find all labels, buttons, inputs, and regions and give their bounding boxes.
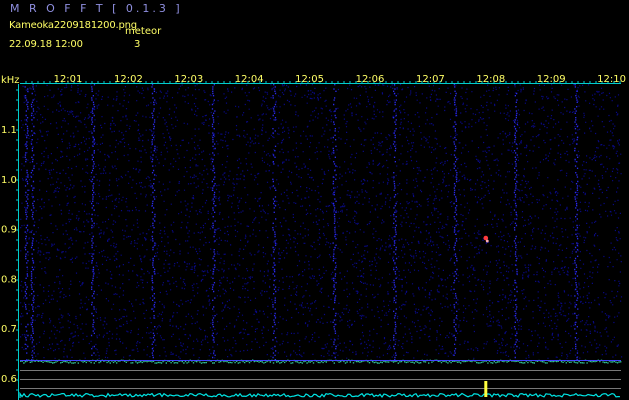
baseline-band <box>19 359 622 399</box>
spectrogram-noise <box>20 84 623 360</box>
time-tick-label: 12:10 <box>597 74 626 85</box>
minute-marker-line <box>151 84 156 359</box>
minute-marker-line <box>272 84 277 361</box>
time-tick-label: 12:01 <box>54 74 83 85</box>
freq-tick-label: 0.8 <box>1 274 17 285</box>
freq-tick-label: 1.1 <box>1 125 17 136</box>
app-title: M R O F F T [ 0.1.3 ] <box>10 2 183 15</box>
meteor-trace-spike <box>484 381 488 397</box>
noise-speckle <box>20 84 623 360</box>
spectrogram-plot: kHz 12:01 12:02 12:03 12:04 12:05 12:06 12:07 12… <box>1 74 626 400</box>
time-tick-label: 12:03 <box>174 74 203 85</box>
minute-marker-line <box>30 84 35 361</box>
minute-marker-line <box>453 84 458 356</box>
time-tick-label: 12:06 <box>356 74 385 85</box>
minute-marker-lines <box>24 84 579 361</box>
minute-marker-line <box>90 84 96 356</box>
amplitude-trace <box>19 391 621 399</box>
time-tick-label: 12:08 <box>476 74 505 85</box>
freq-tick-label: 1.0 <box>1 175 17 186</box>
meteor-count: 3 <box>134 39 141 50</box>
time-tick-label: 12:02 <box>114 74 143 85</box>
minute-marker-line <box>211 84 216 359</box>
time-tick-label: 12:09 <box>537 74 566 85</box>
time-tick-label: 12:07 <box>416 74 445 85</box>
minute-marker-line <box>24 86 29 361</box>
mrofft-window: kHz 12:01 12:02 12:03 12:04 12:05 12:06 12:07 12… <box>0 0 629 400</box>
freq-tick-label: 0.7 <box>1 324 17 335</box>
minute-marker-line <box>332 84 337 359</box>
freq-tick-label: 0.9 <box>1 225 17 236</box>
time-tick-label: 12:05 <box>295 74 324 85</box>
meteor-echo <box>485 239 489 243</box>
freq-unit-label: kHz <box>1 75 20 86</box>
freq-tick-label: 0.6 <box>1 374 17 385</box>
minute-marker-line <box>392 84 398 361</box>
file-name: Kameoka2209181200.png <box>9 20 137 31</box>
time-tick-label: 12:04 <box>235 74 264 85</box>
meteor-label: meteor <box>125 26 162 37</box>
capture-datetime: 22.09.18 12:00 <box>9 39 83 50</box>
